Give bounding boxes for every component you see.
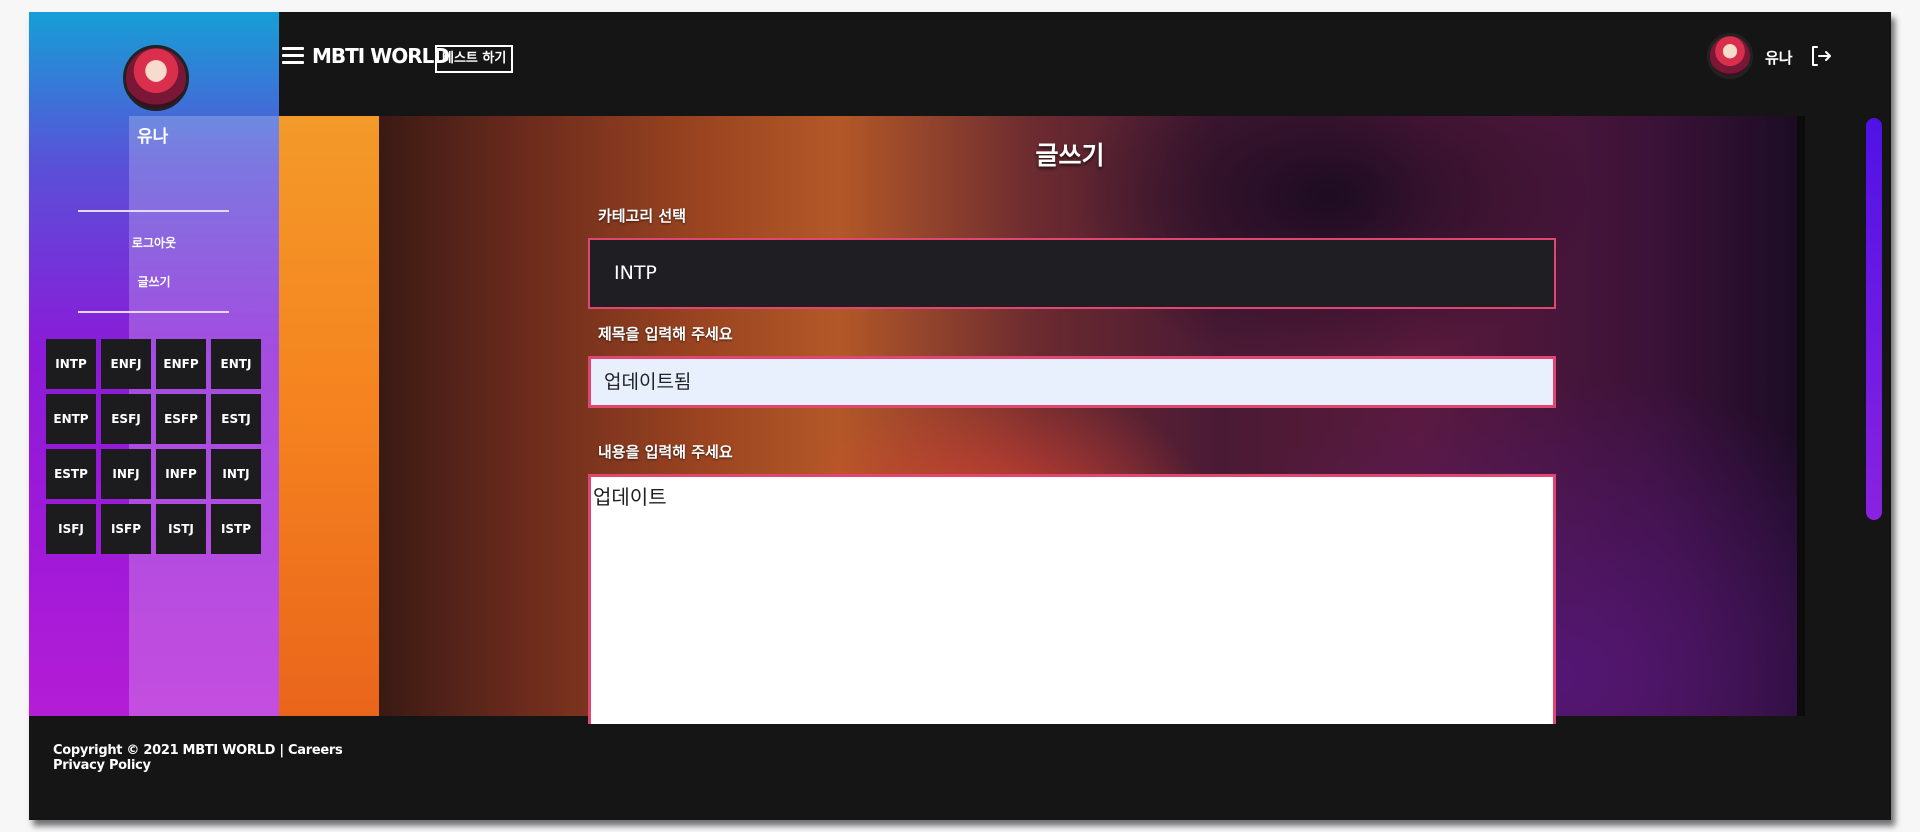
header-avatar[interactable] xyxy=(1707,33,1753,79)
page-title: 글쓰기 xyxy=(1035,141,1105,170)
logout-icon[interactable] xyxy=(1808,44,1832,68)
menu-icon[interactable] xyxy=(282,47,304,65)
sidebar-write-link[interactable]: 글쓰기 xyxy=(79,273,229,290)
sidebar-avatar xyxy=(123,45,189,111)
background-shadow xyxy=(1797,116,1805,716)
footer-separator: | xyxy=(275,743,289,758)
mbti-type-button[interactable]: INTP xyxy=(46,339,96,389)
background-strip xyxy=(279,116,379,716)
mbti-type-button[interactable]: INFP xyxy=(156,449,206,499)
content-textarea[interactable]: 업데이트 xyxy=(588,474,1556,724)
mbti-type-button[interactable]: ESTP xyxy=(46,449,96,499)
sidebar-divider xyxy=(78,210,229,212)
footer-privacy-link[interactable]: Privacy Policy xyxy=(53,758,151,773)
mbti-type-button[interactable]: ENFJ xyxy=(101,339,151,389)
mbti-type-button[interactable]: ISFJ xyxy=(46,504,96,554)
test-button[interactable]: 테스트 하기 xyxy=(435,45,514,73)
mbti-type-button[interactable]: ISTJ xyxy=(156,504,206,554)
brand-title[interactable]: MBTI WORLD xyxy=(312,44,450,68)
mbti-type-button[interactable]: ESTJ xyxy=(211,394,261,444)
sidebar-divider xyxy=(78,311,229,313)
title-label: 제목을 입력해 주세요 xyxy=(598,325,733,343)
footer-copyright: Copyright © 2021 MBTI WORLD xyxy=(53,743,276,758)
footer: Copyright © 2021 MBTI WORLD | Careers Pr… xyxy=(53,743,343,773)
mbti-type-button[interactable]: INFJ xyxy=(101,449,151,499)
mbti-type-button[interactable]: ESFJ xyxy=(101,394,151,444)
category-select[interactable]: INTP xyxy=(588,238,1556,309)
header-user-name: 유나 xyxy=(1765,49,1793,67)
mbti-type-button[interactable]: ENFP xyxy=(156,339,206,389)
sidebar-user-name: 유나 xyxy=(137,127,169,147)
mbti-type-button[interactable]: ENTP xyxy=(46,394,96,444)
mbti-type-button[interactable]: ENTJ xyxy=(211,339,261,389)
sidebar-logout-link[interactable]: 로그아웃 xyxy=(79,234,229,251)
footer-careers-link[interactable]: Careers xyxy=(288,743,343,758)
mbti-grid: INTP ENFJ ENFP ENTJ ENTP ESFJ ESFP ESTJ … xyxy=(46,339,267,554)
mbti-type-button[interactable]: ESFP xyxy=(156,394,206,444)
mbti-type-button[interactable]: ISFP xyxy=(101,504,151,554)
title-input[interactable]: 업데이트됨 xyxy=(588,356,1556,408)
content-label: 내용을 입력해 주세요 xyxy=(598,443,733,461)
page-scrollbar[interactable] xyxy=(1866,118,1882,520)
mbti-type-button[interactable]: ISTP xyxy=(211,504,261,554)
sidebar: 유나 로그아웃 글쓰기 INTP ENFJ ENFP ENTJ ENTP ESF… xyxy=(29,12,279,716)
mbti-type-button[interactable]: INTJ xyxy=(211,449,261,499)
category-label: 카테고리 선택 xyxy=(598,207,687,225)
